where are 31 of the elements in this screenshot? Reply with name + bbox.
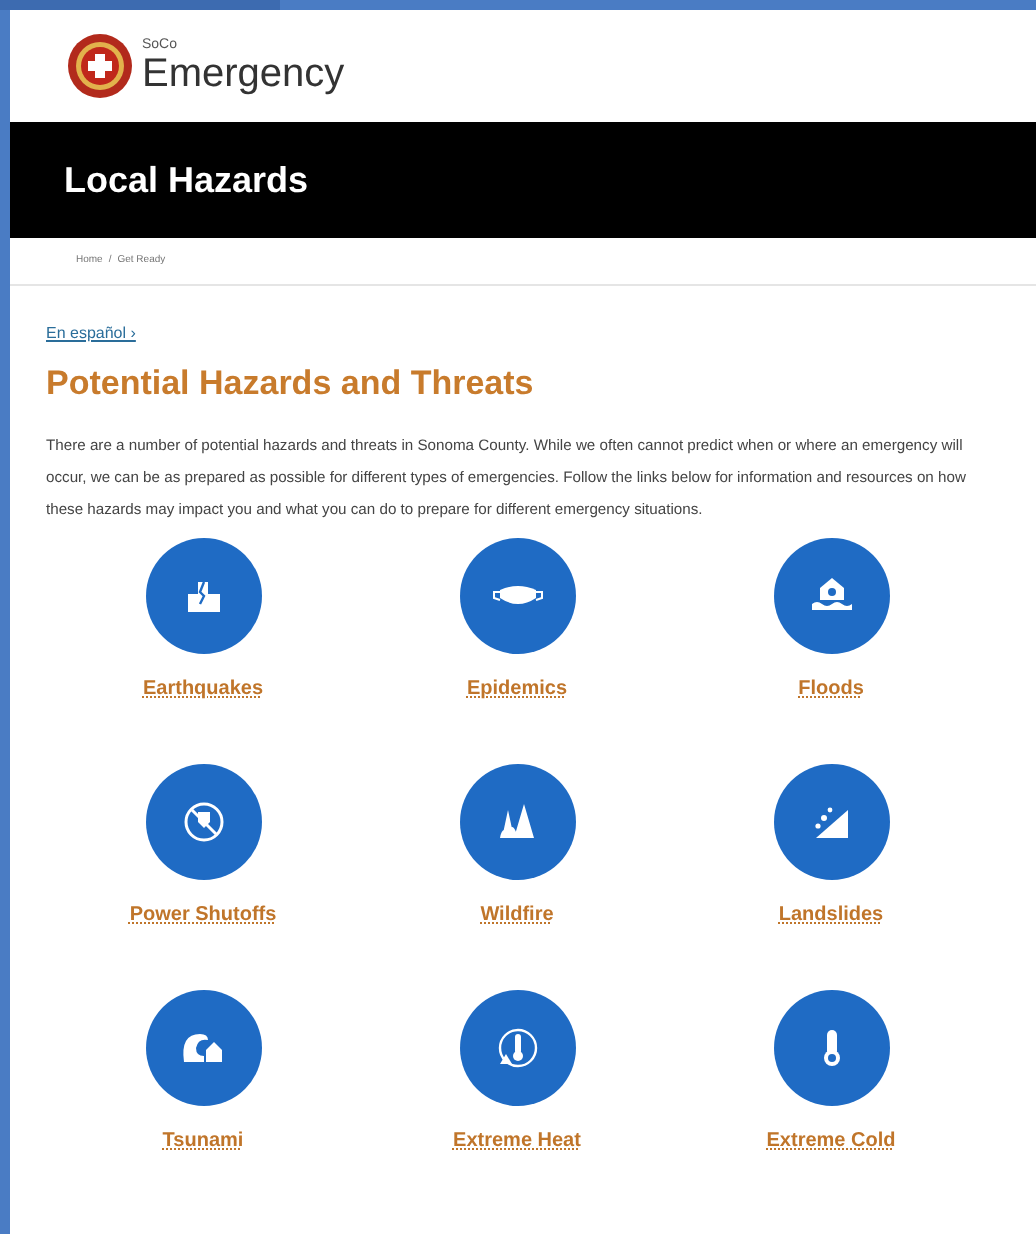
logo-text: Emergency	[142, 51, 345, 95]
language-link[interactable]: En español ›	[46, 322, 1000, 346]
hazard-link[interactable]: Extreme Heat	[453, 1125, 581, 1155]
building-icon	[187, 580, 219, 611]
hazard-icon[interactable]	[773, 763, 889, 879]
flooded-house-icon	[811, 577, 851, 609]
page-title: Local Hazards	[64, 157, 309, 203]
hazard-icon[interactable]	[459, 989, 575, 1105]
thermometer-icon	[823, 1029, 839, 1065]
hazard-icon[interactable]	[145, 763, 261, 879]
hazard-icon[interactable]	[459, 763, 575, 879]
hazard-link[interactable]: Tsunami	[162, 1125, 244, 1155]
hazard-icon[interactable]	[459, 537, 575, 653]
section-heading: Potential Hazards and Threats	[46, 362, 536, 406]
hazard-icon[interactable]	[145, 989, 261, 1105]
face-mask-icon	[492, 585, 542, 603]
hazard-icon[interactable]	[773, 537, 889, 653]
thermometer-icon	[497, 1027, 537, 1067]
hazard-link[interactable]: Floods	[798, 673, 864, 703]
wave-house-icon	[182, 1033, 221, 1061]
hazard-link[interactable]: Extreme Cold	[766, 1125, 896, 1155]
logo-icon	[66, 32, 134, 100]
hazard-icon[interactable]	[773, 989, 889, 1105]
hazard-link[interactable]: Landslides	[778, 899, 884, 929]
hazard-link[interactable]: Wildfire	[480, 899, 554, 929]
hazard-link[interactable]: Earthquakes	[142, 673, 264, 703]
hazard-icon[interactable]	[145, 537, 261, 653]
hazard-link[interactable]: Epidemics	[466, 673, 568, 703]
no-power-icon	[183, 801, 223, 841]
hazard-link[interactable]: Power Shutoffs	[129, 899, 277, 929]
landslide-icon	[814, 806, 847, 837]
